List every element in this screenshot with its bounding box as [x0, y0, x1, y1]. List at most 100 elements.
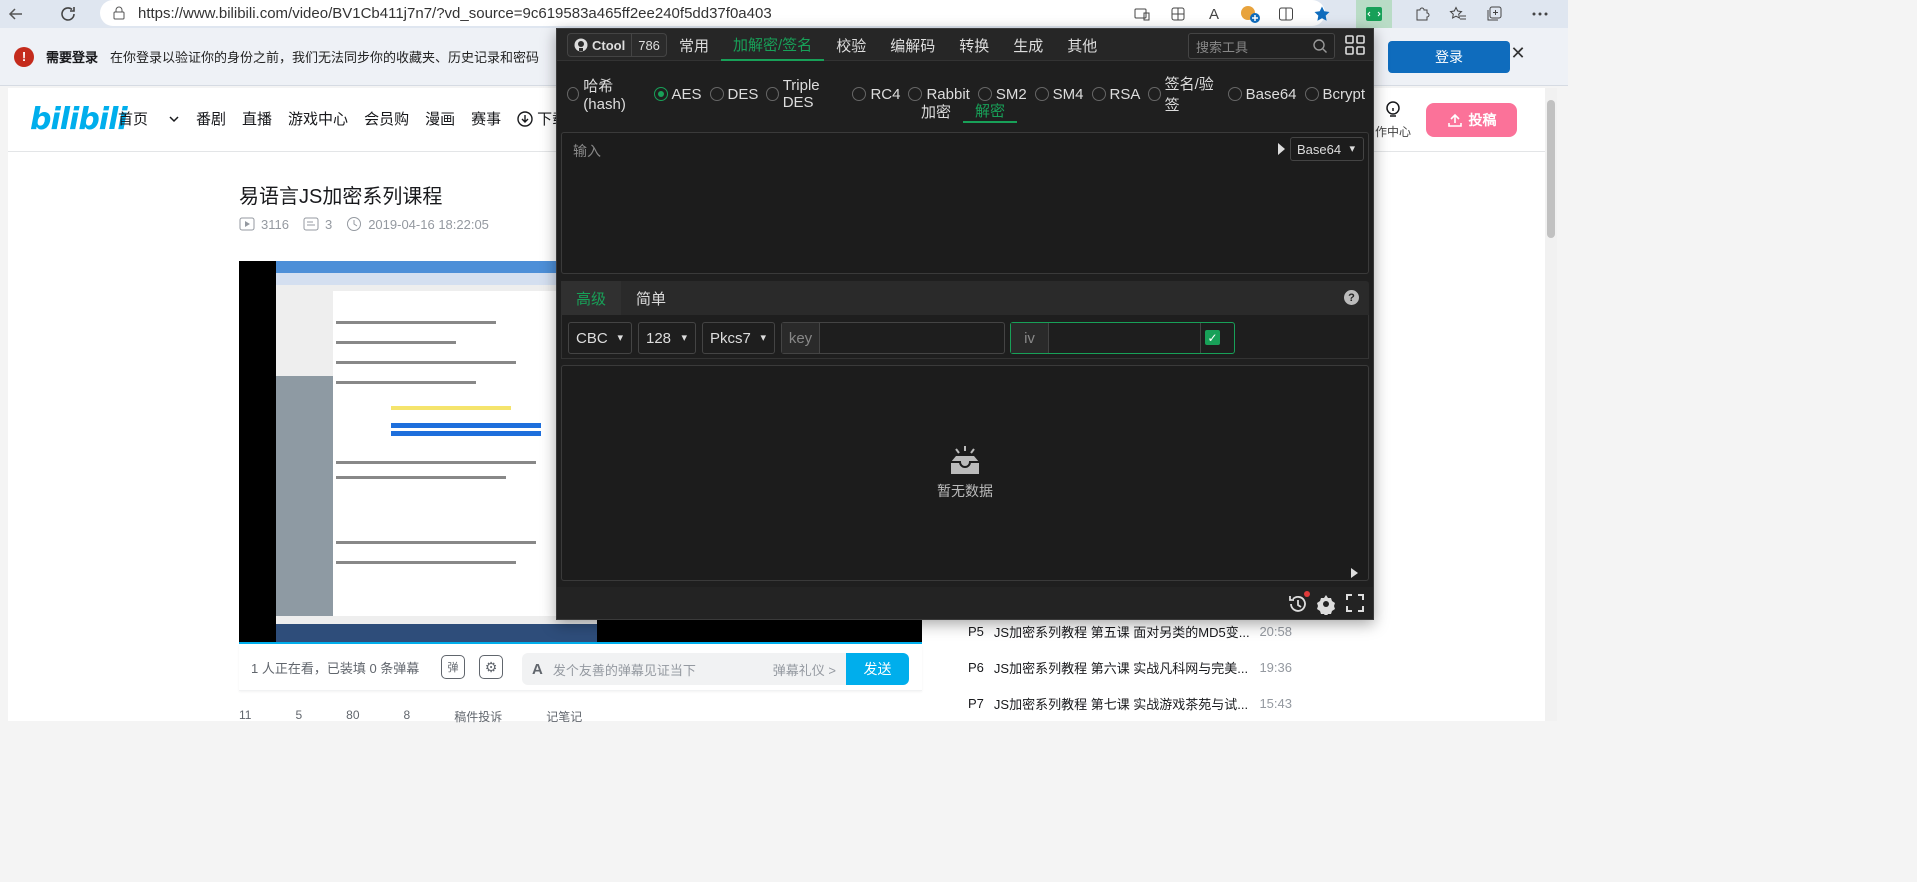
algo-sign-verify[interactable]: 签名/验签	[1148, 73, 1219, 115]
infobar-title: 需要登录	[46, 50, 99, 65]
nav-item-manga[interactable]: 漫画	[425, 108, 455, 129]
github-badge-name: Ctool	[568, 38, 631, 53]
close-infobar-icon[interactable]: ✕	[1506, 43, 1530, 64]
app-available-icon[interactable]	[1124, 0, 1160, 28]
report-link[interactable]: 稿件投诉	[454, 708, 502, 725]
algo-rsa[interactable]: RSA	[1091, 73, 1140, 115]
sign-in-button[interactable]: 登录	[1388, 41, 1510, 73]
github-badge[interactable]: Ctool 786	[567, 33, 667, 57]
post-button[interactable]: 投稿	[1426, 103, 1517, 137]
note-link[interactable]: 记笔记	[546, 708, 582, 725]
extension-avatar-icon[interactable]	[1232, 0, 1268, 28]
input-textarea[interactable]: 输入 Base64 ▾	[561, 132, 1369, 274]
episode-item[interactable]: P6 JS加密系列教程 第六课 实战凡科网与完美... 19:36	[952, 649, 1308, 685]
lightbulb-icon	[1386, 101, 1400, 117]
key-field[interactable]: key	[781, 322, 1005, 354]
empty-state: 暂无数据	[908, 444, 1022, 501]
expand-output-triangle-icon[interactable]	[1351, 568, 1358, 578]
split-screen-icon[interactable]	[1268, 0, 1304, 28]
danmaku-etiquette-link[interactable]: 弹幕礼仪 >	[773, 660, 836, 679]
nav-item-bangumi[interactable]: 番剧	[196, 108, 226, 129]
ctool-topbar: Ctool 786 常用 加解密/签名 校验 编解码 转换 生成 其他 搜索工具	[557, 29, 1373, 61]
episode-item[interactable]: P7 JS加密系列教程 第七课 实战游戏茶苑与试... 15:43	[952, 685, 1308, 721]
favorites-icon[interactable]	[1440, 0, 1476, 28]
danmaku-toggle-icon[interactable]: 弹	[441, 655, 465, 679]
grid-menu-icon[interactable]	[1345, 35, 1365, 55]
favorite-count[interactable]: 80	[346, 708, 359, 725]
tab-generate[interactable]: 生成	[1001, 29, 1055, 61]
danmaku-input[interactable]: A 发个友善的弹幕见证当下 弹幕礼仪 >	[522, 653, 846, 685]
chevron-down-icon: ▾	[617, 332, 623, 344]
algo-hash[interactable]: 哈希(hash)	[567, 73, 646, 115]
read-aloud-icon[interactable]: A	[1196, 0, 1232, 28]
help-icon[interactable]: ?	[1344, 290, 1359, 305]
settings-gear-icon[interactable]	[1315, 593, 1337, 615]
tab-advanced[interactable]: 高级	[561, 281, 622, 315]
iv-checkbox-checked-icon[interactable]: ✓	[1205, 330, 1220, 345]
algo-bcrypt[interactable]: Bcrypt	[1304, 73, 1365, 115]
more-menu-icon[interactable]	[1512, 0, 1568, 28]
github-icon	[574, 38, 588, 52]
algo-rc4[interactable]: RC4	[852, 73, 900, 115]
input-format-value: Base64	[1297, 141, 1342, 157]
input-placeholder: 输入	[573, 143, 601, 159]
algo-sm4[interactable]: SM4	[1034, 73, 1084, 115]
ctool-popup: Ctool 786 常用 加解密/签名 校验 编解码 转换 生成 其他 搜索工具…	[556, 28, 1374, 620]
refresh-button[interactable]	[52, 0, 84, 28]
tab-encrypt-sign[interactable]: 加解密/签名	[721, 29, 825, 61]
nav-item-mall[interactable]: 会员购	[364, 108, 409, 129]
favorite-star-icon[interactable]	[1304, 0, 1340, 28]
page-scrollbar[interactable]	[1545, 88, 1557, 721]
coin-count[interactable]: 5	[295, 708, 302, 725]
nav-item-live[interactable]: 直播	[242, 108, 272, 129]
back-button[interactable]	[0, 0, 32, 28]
tab-convert[interactable]: 转换	[947, 29, 1001, 61]
bilibili-logo[interactable]: bilibili	[30, 102, 128, 137]
ctool-extension-icon[interactable]	[1356, 0, 1392, 28]
clock-icon	[347, 217, 362, 231]
extensions-puzzle-icon[interactable]	[1404, 0, 1440, 28]
ctool-tabs: 常用 加解密/签名 校验 编解码 转换 生成 其他	[667, 29, 1109, 61]
tab-decrypt[interactable]: 解密	[963, 99, 1018, 123]
algo-triple-des[interactable]: Triple DES	[766, 73, 844, 115]
cipher-mode-select[interactable]: CBC ▾	[568, 322, 632, 354]
algo-base64[interactable]: Base64	[1227, 73, 1297, 115]
danmaku-bar: 1 人正在看，已装填 0 条弹幕 弹 ⚙ A 发个友善的弹幕见证当下 弹幕礼仪 …	[239, 644, 922, 691]
send-danmaku-button[interactable]: 发送	[846, 653, 909, 685]
nav-item-home[interactable]: 首页	[118, 108, 180, 129]
frame-line	[336, 381, 476, 384]
warning-icon: !	[14, 46, 34, 67]
expand-triangle-icon[interactable]	[1278, 143, 1285, 155]
tool-search-input[interactable]: 搜索工具	[1188, 33, 1335, 59]
creator-center[interactable]: 作中心	[1368, 100, 1418, 140]
font-style-icon[interactable]: A	[532, 661, 543, 678]
tab-verify[interactable]: 校验	[824, 29, 878, 61]
scrollbar-thumb[interactable]	[1547, 100, 1555, 238]
iv-field[interactable]: iv ✓	[1010, 322, 1235, 354]
share-count[interactable]: 8	[404, 708, 411, 725]
nav-item-game-center[interactable]: 游戏中心	[288, 108, 348, 129]
algo-des[interactable]: DES	[709, 73, 758, 115]
input-format-select[interactable]: Base64 ▾	[1290, 137, 1364, 161]
danmaku-settings-icon[interactable]: ⚙	[479, 655, 503, 679]
key-size-select[interactable]: 128 ▾	[638, 322, 696, 354]
url-text[interactable]: https://www.bilibili.com/video/BV1Cb411j…	[138, 5, 772, 22]
tab-other[interactable]: 其他	[1055, 29, 1109, 61]
play-count-icon	[239, 217, 255, 231]
fullscreen-icon[interactable]	[1345, 593, 1365, 613]
nav-item-esports[interactable]: 赛事	[471, 108, 501, 129]
padding-value: Pkcs7	[710, 329, 751, 347]
padding-select[interactable]: Pkcs7 ▾	[702, 322, 775, 354]
tab-encrypt[interactable]: 加密	[909, 99, 963, 123]
tab-common[interactable]: 常用	[667, 29, 721, 61]
views-count: 3116	[239, 217, 289, 232]
radio-icon	[1227, 87, 1242, 101]
empty-inbox-icon	[951, 446, 979, 474]
collections-icon[interactable]	[1476, 0, 1512, 28]
tab-simple[interactable]: 简单	[621, 281, 681, 315]
like-count[interactable]: 11	[239, 708, 251, 725]
algo-aes[interactable]: AES	[653, 73, 702, 115]
bilibili-nav: 首页 番剧 直播 游戏中心 会员购 漫画 赛事 下载客	[118, 108, 614, 129]
tab-encode-decode[interactable]: 编解码	[878, 29, 947, 61]
extensions-grid-icon[interactable]	[1160, 0, 1196, 28]
